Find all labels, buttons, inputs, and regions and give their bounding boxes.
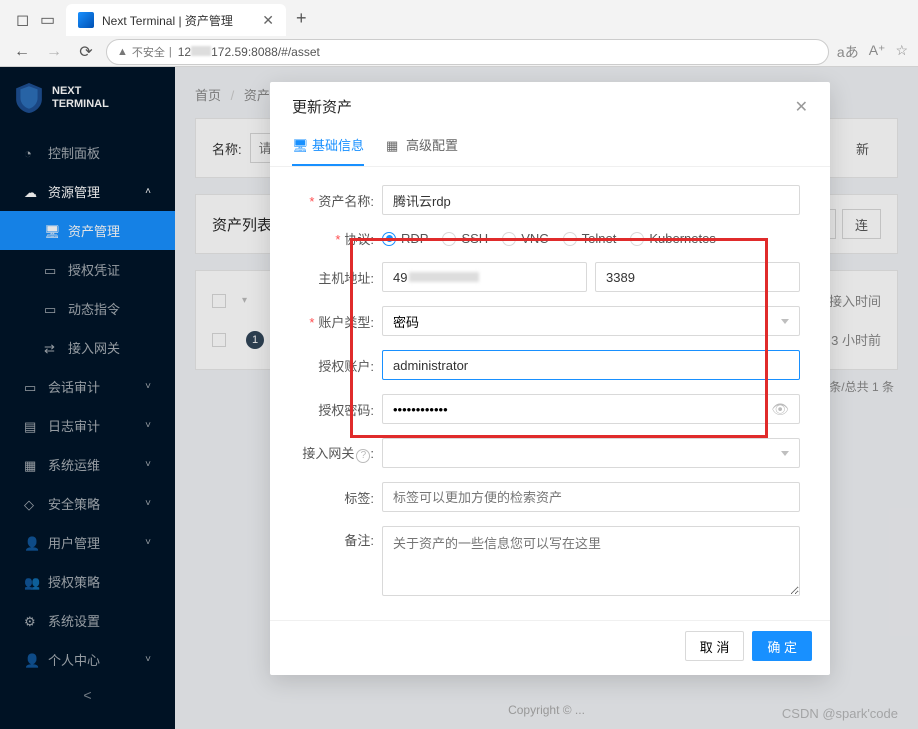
forward-button[interactable]: → <box>42 40 66 64</box>
password-input[interactable] <box>393 402 771 417</box>
help-icon[interactable]: ? <box>356 449 370 463</box>
tag-input[interactable] <box>382 482 800 512</box>
url-bar[interactable]: ▲ 不安全 | 12172.59:8088/#/asset <box>106 39 829 65</box>
url-actions: aあ A⁺ ☆ <box>837 42 908 62</box>
radio-rdp[interactable]: RDP <box>382 231 428 246</box>
radio-k8s[interactable]: Kubernetes <box>630 231 716 246</box>
modal-title: 更新资产 <box>292 96 352 117</box>
radio-telnet[interactable]: Telnet <box>563 231 617 246</box>
translate-icon[interactable]: aあ <box>837 42 859 62</box>
protocol-group: RDP SSH VNC Telnet Kubernetes <box>382 231 800 246</box>
favorite-icon[interactable]: ☆ <box>895 42 908 62</box>
radio-ssh[interactable]: SSH <box>442 231 488 246</box>
field-tag-label: 标签: <box>300 488 382 507</box>
modal-close-button[interactable]: ✕ <box>795 97 808 117</box>
gateway-select[interactable] <box>382 438 800 468</box>
profile-icon[interactable]: ◻ <box>16 10 32 26</box>
close-icon[interactable]: ✕ <box>262 12 274 29</box>
not-secure-icon: ▲ 不安全 | <box>117 44 172 60</box>
remark-textarea[interactable] <box>382 526 800 596</box>
password-input-wrap: 👁 <box>382 394 800 424</box>
field-pw-label: 授权密码: <box>300 400 382 419</box>
field-gw-label: 接入网关?: <box>300 443 382 463</box>
cancel-button[interactable]: 取 消 <box>685 631 745 661</box>
url-text: 12172.59:8088/#/asset <box>178 45 320 59</box>
refresh-button[interactable]: ⟳ <box>74 40 98 64</box>
username-input[interactable] <box>382 350 800 380</box>
host-input[interactable]: 49 <box>382 262 587 292</box>
tabs-icon[interactable]: ▭ <box>40 10 56 26</box>
tab-bar: ◻ ▭ Next Terminal | 资产管理 ✕ + <box>0 0 918 36</box>
tab-title: Next Terminal | 资产管理 <box>102 12 233 29</box>
monitor-icon: 🖥 <box>292 138 306 152</box>
radio-vnc[interactable]: VNC <box>502 231 548 246</box>
field-name-label: 资产名称: <box>300 191 382 210</box>
watermark: CSDN @spark'code <box>782 706 898 721</box>
browser-chrome: ◻ ▭ Next Terminal | 资产管理 ✕ + ← → ⟳ ▲ 不安全… <box>0 0 918 67</box>
field-remark-label: 备注: <box>300 526 382 549</box>
account-type-select[interactable]: 密码 <box>382 306 800 336</box>
field-host-label: 主机地址: <box>300 268 382 287</box>
field-proto-label: 协议: <box>300 229 382 248</box>
back-button[interactable]: ← <box>10 40 34 64</box>
window-controls: ◻ ▭ <box>8 10 64 26</box>
update-asset-modal: 更新资产 ✕ 🖥基础信息 ▦高级配置 资产名称: 协议: RDP SSH VNC… <box>270 82 830 675</box>
asset-name-input[interactable] <box>382 185 800 215</box>
field-accttype-label: 账户类型: <box>300 312 382 331</box>
favicon-icon <box>78 12 94 28</box>
reader-icon[interactable]: A⁺ <box>869 42 886 62</box>
port-input[interactable] <box>595 262 800 292</box>
tab-basic[interactable]: 🖥基础信息 <box>292 127 364 166</box>
field-user-label: 授权账户: <box>300 356 382 375</box>
eye-icon[interactable]: 👁 <box>771 401 789 418</box>
ok-button[interactable]: 确 定 <box>752 631 812 661</box>
browser-tab[interactable]: Next Terminal | 资产管理 ✕ <box>66 4 286 36</box>
tab-advanced[interactable]: ▦高级配置 <box>386 127 458 166</box>
address-bar: ← → ⟳ ▲ 不安全 | 12172.59:8088/#/asset aあ A… <box>0 36 918 67</box>
new-tab-button[interactable]: + <box>288 4 315 33</box>
layout-icon: ▦ <box>386 138 400 152</box>
